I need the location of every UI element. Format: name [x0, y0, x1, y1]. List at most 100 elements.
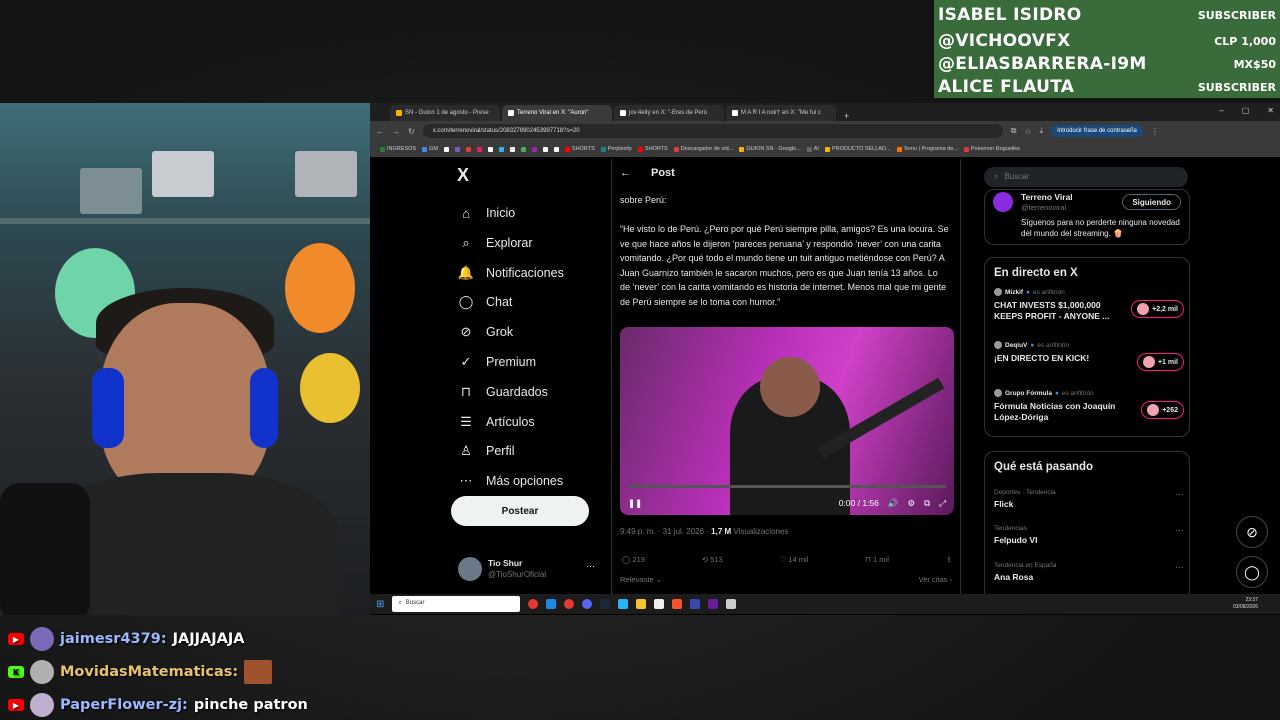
- video-person-head: [760, 357, 820, 417]
- bookmark-item[interactable]: [553, 146, 559, 152]
- live-item[interactable]: Grupo Fórmula ● es anfitrión Fórmula Notici…: [994, 389, 1184, 423]
- more-icon[interactable]: ⋯: [1175, 489, 1184, 500]
- avatar: [994, 288, 1002, 296]
- bookmark-button[interactable]: ⊓ 1 mil: [865, 555, 889, 564]
- bookmark-item[interactable]: [487, 146, 493, 152]
- following-button[interactable]: Siguiendo: [1122, 194, 1181, 210]
- live-item[interactable]: Mizkif ● es anfitrión CHAT INVESTS $1,000,0…: [994, 288, 1184, 322]
- app-icon[interactable]: [618, 599, 629, 609]
- bookmark-item[interactable]: GUION SN - Google...: [739, 146, 801, 152]
- taskbar-search[interactable]: ⌕ Buscar: [392, 596, 521, 612]
- chrome-icon[interactable]: [564, 599, 575, 609]
- back-icon[interactable]: ←: [376, 127, 384, 136]
- folder-icon[interactable]: [636, 599, 647, 609]
- nav-item-explorar[interactable]: ⌕ Explorar: [458, 235, 532, 251]
- bookmark-item[interactable]: [465, 146, 471, 152]
- trend-item[interactable]: Deportes · Tendencia Flick ⋯: [994, 489, 1184, 509]
- app-icon[interactable]: [546, 599, 557, 609]
- download-icon[interactable]: ⤓: [1040, 126, 1044, 136]
- nav-item-articulos[interactable]: ☰ Artículos: [458, 414, 534, 430]
- bookmark-item[interactable]: SHORTS: [564, 146, 595, 152]
- trend-item[interactable]: Tendencia en España Ana Rosa ⋯: [994, 562, 1184, 582]
- post-button[interactable]: Postear: [451, 496, 589, 526]
- nav-item-inicio[interactable]: ⌂ Inicio: [458, 205, 515, 221]
- reload-icon[interactable]: ↻: [408, 127, 415, 136]
- bookmark-item[interactable]: Pokemon Roguelike: [963, 146, 1020, 152]
- windows-start-icon[interactable]: ⊞: [376, 599, 384, 610]
- bookmark-item[interactable]: [498, 146, 504, 152]
- app-icon[interactable]: [690, 599, 701, 609]
- grok-button[interactable]: ⊘: [1236, 516, 1268, 548]
- live-host: Mizkif ● es anfitrión: [994, 288, 1184, 296]
- close-button[interactable]: ✕: [1267, 106, 1274, 115]
- settings-icon[interactable]: ⚙: [907, 498, 915, 509]
- pause-icon[interactable]: ❚❚: [628, 498, 642, 509]
- bookmark-item[interactable]: [443, 146, 449, 152]
- app-icon[interactable]: [708, 599, 719, 609]
- extensions-icon[interactable]: ⧉: [1011, 126, 1017, 136]
- chrome-icon[interactable]: [528, 599, 539, 609]
- nav-item-premium[interactable]: ✓ Premium: [458, 354, 536, 370]
- video-progress-bar[interactable]: [628, 485, 946, 488]
- more-icon[interactable]: ⋯: [1175, 562, 1184, 573]
- minimize-button[interactable]: –: [1219, 106, 1223, 115]
- ver-citas-link[interactable]: Ver citas ›: [919, 575, 952, 584]
- bookmark-item[interactable]: [520, 146, 526, 152]
- steam-icon[interactable]: [600, 599, 611, 609]
- nav-item-perfil[interactable]: ♙ Perfil: [458, 443, 514, 459]
- taskbar: ⊞ ⌕ Buscar 23:37 03/08/2026: [370, 594, 1280, 614]
- app-icon[interactable]: [726, 599, 737, 609]
- bookmark-item[interactable]: [454, 146, 460, 152]
- bookmark-item[interactable]: AI: [806, 146, 819, 152]
- menu-icon[interactable]: ⋮: [1151, 127, 1159, 136]
- browser-tab[interactable]: SN - Guion 1 de agosto - Prese: [390, 105, 500, 121]
- search-input[interactable]: ⌕ Buscar: [984, 167, 1188, 187]
- chat-button[interactable]: ◯: [1236, 556, 1268, 588]
- maximize-button[interactable]: ▢: [1242, 106, 1250, 115]
- nav-item-notificaciones[interactable]: 🔔 Notificaciones: [458, 265, 564, 281]
- profile-switcher[interactable]: Tio Shur @TioShurOficial ⋯: [458, 557, 608, 587]
- browser-tab[interactable]: jov.4eity en X: "-Eres de Perú: [614, 105, 724, 121]
- nav-item-grok[interactable]: ⊘ Grok: [458, 324, 514, 340]
- more-icon[interactable]: ⋯: [586, 561, 595, 572]
- forward-icon[interactable]: →: [392, 127, 400, 136]
- bookmark-item[interactable]: [542, 146, 548, 152]
- repost-button[interactable]: ⟲ 513: [702, 555, 723, 564]
- trend-item[interactable]: Tendencias Felpudo VI ⋯: [994, 525, 1184, 545]
- url-input[interactable]: x.com/terrenoviral/status/20832789024539…: [422, 124, 1003, 138]
- share-icon[interactable]: ⇪: [946, 555, 952, 564]
- discord-icon[interactable]: [582, 599, 593, 609]
- bookmark-item[interactable]: Descargador de víd...: [673, 146, 733, 152]
- pip-icon[interactable]: ⧉: [924, 498, 930, 509]
- play-button-plaque: [152, 151, 214, 197]
- nav-item-chat[interactable]: ◯ Chat: [458, 294, 513, 310]
- reply-button[interactable]: ◯ 219: [622, 555, 645, 564]
- bookmark-item[interactable]: [476, 146, 482, 152]
- browser-tab[interactable]: M A R I A noir† en X: "Me fui c: [726, 105, 836, 121]
- live-item[interactable]: DeqiuV ● es anfitrión ¡EN DIRECTO EN KICK! +…: [994, 341, 1184, 371]
- bookmark-item[interactable]: GM: [422, 146, 438, 152]
- bookmark-item[interactable]: Perplexity: [600, 146, 632, 152]
- x-logo[interactable]: X: [457, 165, 469, 186]
- like-button[interactable]: ♡ 14 mil: [779, 555, 808, 564]
- password-button[interactable]: Introducir frase de contraseña: [1051, 125, 1143, 137]
- notepad-icon[interactable]: [654, 599, 665, 609]
- star-icon[interactable]: ☆: [1024, 127, 1031, 136]
- new-tab-button[interactable]: +: [838, 111, 855, 121]
- bookmark-item[interactable]: INGRESOS: [380, 146, 416, 152]
- back-arrow-icon[interactable]: ←: [620, 167, 631, 179]
- bookmark-item[interactable]: [531, 146, 537, 152]
- bookmark-item[interactable]: SHORTS: [637, 146, 668, 152]
- bookmark-item[interactable]: [509, 146, 515, 152]
- sort-relevante[interactable]: Relevante ⌄: [620, 575, 662, 584]
- brave-icon[interactable]: [672, 599, 683, 609]
- more-icon[interactable]: ⋯: [1175, 525, 1184, 536]
- bookmark-item[interactable]: Temu | Programa de...: [896, 146, 958, 152]
- video-player[interactable]: ❚❚ 0:00 / 1:56 🔊 ⚙ ⧉ ⤢: [620, 327, 954, 515]
- browser-tab-active[interactable]: Terreno Viral en X: "Auron": [502, 105, 612, 121]
- nav-item-guardados[interactable]: ⊓ Guardados: [458, 384, 548, 400]
- nav-item-mas-opciones[interactable]: ⋯ Más opciones: [458, 473, 564, 489]
- bookmark-item[interactable]: PRODUCTO SELLAD...: [824, 146, 891, 152]
- volume-icon[interactable]: 🔊: [888, 498, 899, 509]
- fullscreen-icon[interactable]: ⤢: [939, 498, 946, 509]
